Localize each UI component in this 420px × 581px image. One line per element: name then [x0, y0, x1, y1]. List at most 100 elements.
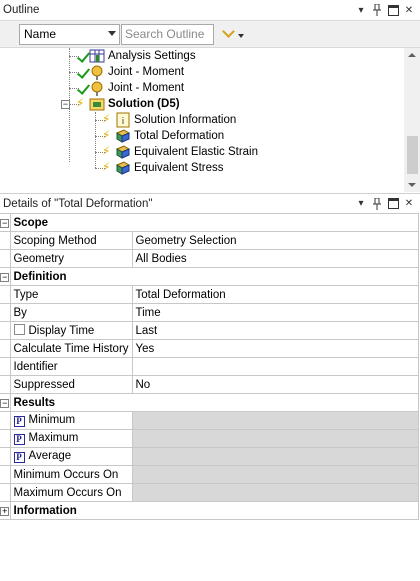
- property-value[interactable]: Yes: [131, 339, 419, 358]
- property-row[interactable]: P Maximum: [0, 429, 419, 448]
- section-title: Scope: [9, 213, 419, 232]
- property-row[interactable]: Type Total Deformation: [0, 285, 419, 304]
- collapse-toggle-icon[interactable]: −: [0, 218, 9, 228]
- section-title: Results: [9, 393, 419, 412]
- pin-icon[interactable]: [370, 197, 384, 211]
- tree-item-equivalent-stress[interactable]: Equivalent Stress: [102, 160, 224, 176]
- property-value[interactable]: Last: [131, 321, 419, 340]
- collapse-toggle-icon[interactable]: −: [0, 272, 9, 282]
- svg-text:i: i: [122, 117, 125, 127]
- property-name: Identifier: [9, 357, 133, 376]
- search-input[interactable]: Search Outline: [121, 23, 214, 45]
- scroll-down-icon[interactable]: [404, 178, 420, 192]
- property-row[interactable]: Suppressed No: [0, 375, 419, 394]
- vertical-scrollbar[interactable]: [404, 48, 420, 192]
- property-name: Type: [9, 285, 133, 304]
- collapse-toggle-icon[interactable]: −: [0, 398, 9, 408]
- property-row[interactable]: Display Time Last: [0, 321, 419, 340]
- property-name: Minimum Occurs On: [9, 465, 133, 484]
- tree-item-total-deformation[interactable]: Total Deformation: [102, 128, 225, 144]
- search-placeholder: Search Outline: [125, 27, 205, 41]
- section-scope[interactable]: − Scope: [0, 213, 419, 232]
- dropdown-arrow-icon[interactable]: ▾: [354, 197, 368, 211]
- property-name: Minimum: [28, 414, 76, 426]
- expand-options-button[interactable]: [222, 24, 252, 44]
- scrollbar-thumb[interactable]: [407, 136, 418, 174]
- close-icon[interactable]: ✕: [402, 3, 416, 17]
- property-row[interactable]: Scoping Method Geometry Selection: [0, 231, 419, 250]
- dropdown-arrow-icon[interactable]: ▾: [354, 3, 368, 17]
- parameter-icon[interactable]: P: [13, 416, 25, 427]
- parameter-icon[interactable]: P: [13, 452, 25, 463]
- property-name: Maximum Occurs On: [9, 483, 133, 502]
- details-panel: Details of "Total Deformation" ▾ ✕ − Sco…: [0, 193, 420, 520]
- property-name: Geometry: [9, 249, 133, 268]
- tree-item-label: Total Deformation: [134, 130, 225, 142]
- lightning-icon: [102, 160, 115, 175]
- result-icon: [115, 128, 131, 144]
- outline-tree: − Analysis Settings Joint - Moment Joint…: [0, 48, 420, 192]
- result-icon: [115, 160, 131, 176]
- tree-item-label: Solution Information: [134, 114, 237, 126]
- close-icon[interactable]: ✕: [402, 197, 416, 211]
- filter-select[interactable]: Name: [19, 23, 120, 45]
- property-row[interactable]: Minimum Occurs On: [0, 465, 419, 484]
- tree-item-label: Solution (D5): [108, 98, 180, 110]
- property-value[interactable]: No: [131, 375, 419, 394]
- display-time-checkbox[interactable]: [13, 324, 25, 335]
- scroll-up-icon[interactable]: [404, 48, 420, 62]
- tree-item-solution[interactable]: Solution (D5): [76, 96, 180, 112]
- details-title: Details of "Total Deformation": [3, 197, 153, 210]
- property-row[interactable]: P Minimum: [0, 411, 419, 430]
- parameter-icon[interactable]: P: [13, 434, 25, 445]
- solution-icon: [89, 96, 105, 112]
- maximize-icon[interactable]: [386, 3, 400, 17]
- property-value[interactable]: Total Deformation: [131, 285, 419, 304]
- expand-toggle-icon[interactable]: +: [0, 506, 9, 516]
- section-information[interactable]: + Information: [0, 501, 419, 520]
- tree-item-solution-information[interactable]: i Solution Information: [102, 112, 237, 128]
- property-name: Maximum: [28, 432, 79, 444]
- pin-icon[interactable]: [370, 3, 384, 17]
- dropdown-arrow-icon: [238, 34, 244, 38]
- tree-item-label: Analysis Settings: [108, 50, 196, 62]
- property-row[interactable]: Identifier: [0, 357, 419, 376]
- property-name: By: [9, 303, 133, 322]
- property-name: Suppressed: [9, 375, 133, 394]
- maximize-icon[interactable]: [386, 197, 400, 211]
- lightning-icon: [102, 112, 115, 127]
- result-icon: [115, 144, 131, 160]
- tree-item-joint-moment[interactable]: Joint - Moment: [77, 64, 184, 80]
- property-value[interactable]: [131, 357, 419, 376]
- section-title: Information: [9, 501, 419, 520]
- collapse-toggle-icon[interactable]: −: [61, 100, 70, 109]
- outline-panel: Outline ▾ ✕ Name Search Outline − Analys…: [0, 0, 420, 192]
- property-value: [131, 447, 419, 466]
- tree-item-equivalent-elastic-strain[interactable]: Equivalent Elastic Strain: [102, 144, 259, 160]
- solution-information-icon: i: [115, 112, 131, 128]
- property-row[interactable]: By Time: [0, 303, 419, 322]
- property-value[interactable]: All Bodies: [131, 249, 419, 268]
- lightning-icon: [76, 96, 89, 111]
- section-title: Definition: [9, 267, 419, 286]
- property-row[interactable]: Maximum Occurs On: [0, 483, 419, 502]
- section-definition[interactable]: − Definition: [0, 267, 419, 286]
- property-row[interactable]: Calculate Time History Yes: [0, 339, 419, 358]
- property-name: Average: [28, 450, 72, 462]
- analysis-settings-icon: [89, 48, 105, 64]
- section-results[interactable]: − Results: [0, 393, 419, 412]
- tree-item-joint-moment[interactable]: Joint - Moment: [77, 80, 184, 96]
- property-name: Display Time: [28, 325, 95, 337]
- tree-item-label: Equivalent Elastic Strain: [134, 146, 259, 158]
- property-row[interactable]: P Average: [0, 447, 419, 466]
- property-value[interactable]: Geometry Selection: [131, 231, 419, 250]
- joint-moment-icon: [89, 64, 105, 80]
- tree-item-analysis-settings[interactable]: Analysis Settings: [77, 48, 196, 64]
- joint-moment-icon: [89, 80, 105, 96]
- property-value: [131, 465, 419, 484]
- property-row[interactable]: Geometry All Bodies: [0, 249, 419, 268]
- tree-item-label: Joint - Moment: [108, 66, 185, 78]
- property-value[interactable]: Time: [131, 303, 419, 322]
- property-name: Scoping Method: [9, 231, 133, 250]
- filter-select-value: Name: [24, 27, 57, 41]
